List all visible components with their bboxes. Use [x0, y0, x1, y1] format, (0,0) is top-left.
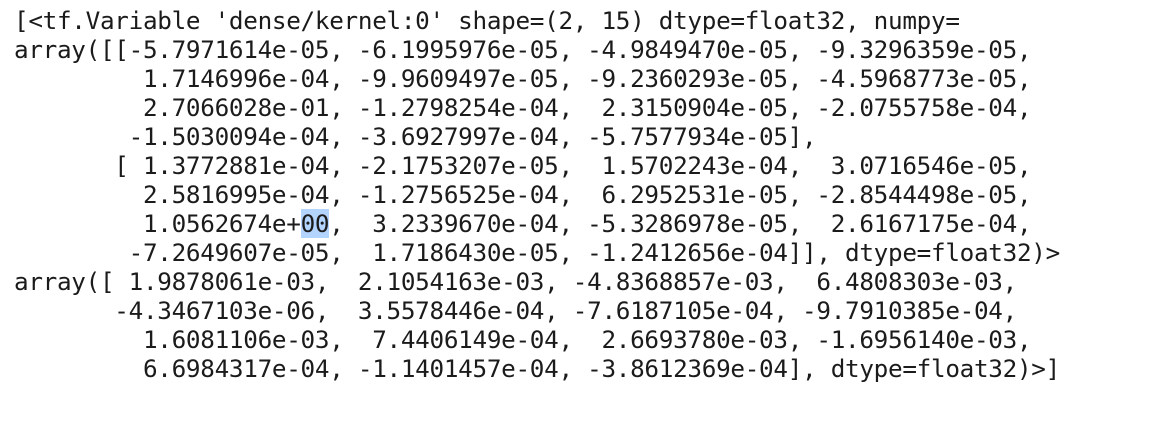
- text-after-selection: , 3.2339670e-04, -5.3286978e-05, 2.61671…: [329, 209, 1032, 238]
- output-line: 2.5816995e-04, -1.2756525e-04, 6.2952531…: [14, 180, 1032, 209]
- output-line: [ 1.3772881e-04, -2.1753207e-05, 1.57022…: [14, 151, 1032, 180]
- output-line: array([[-5.7971614e-05, -6.1995976e-05, …: [14, 35, 1032, 64]
- text-selection[interactable]: 00: [300, 209, 330, 238]
- output-line: 1.6081106e-03, 7.4406149e-04, 2.6693780e…: [14, 325, 1032, 354]
- output-line: -7.2649607e-05, 1.7186430e-05, -1.241265…: [14, 238, 1061, 267]
- console-output: [<tf.Variable 'dense/kernel:0' shape=(2,…: [14, 6, 1154, 383]
- output-line: 1.7146996e-04, -9.9609497e-05, -9.236029…: [14, 64, 1032, 93]
- output-line: array([ 1.9878061e-03, 2.1054163e-03, -4…: [14, 267, 1017, 296]
- output-line: [<tf.Variable 'dense/kernel:0' shape=(2,…: [14, 6, 960, 35]
- output-line-with-selection: 1.0562674e+00, 3.2339670e-04, -5.3286978…: [14, 209, 1154, 238]
- output-line: 2.7066028e-01, -1.2798254e-04, 2.3150904…: [14, 93, 1032, 122]
- output-line: 6.6984317e-04, -1.1401457e-04, -3.861236…: [14, 354, 1060, 383]
- output-line: -4.3467103e-06, 3.5578446e-04, -7.618710…: [14, 296, 1017, 325]
- text-before-selection: 1.0562674e+: [14, 209, 301, 238]
- output-line: -1.5030094e-04, -3.6927997e-04, -5.75779…: [14, 122, 817, 151]
